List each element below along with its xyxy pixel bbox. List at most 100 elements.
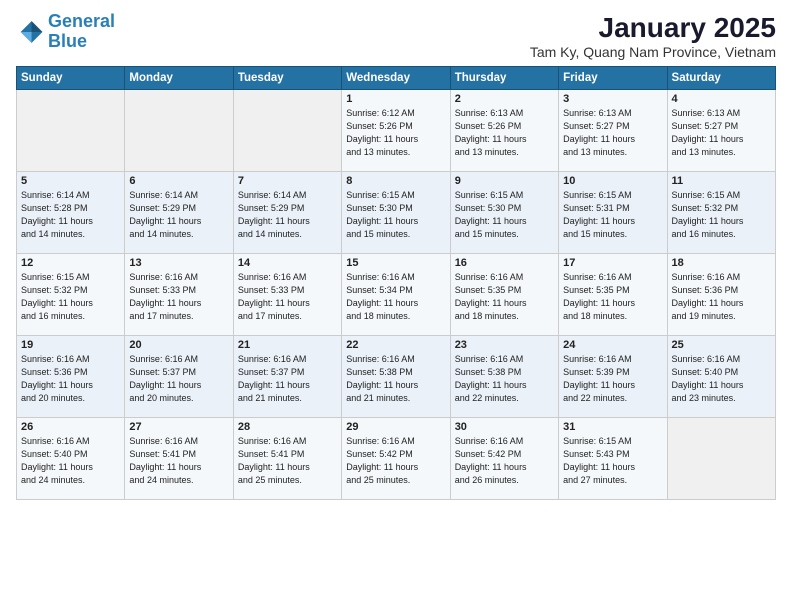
- header-row: Sunday Monday Tuesday Wednesday Thursday…: [17, 67, 776, 90]
- day-number: 12: [21, 257, 120, 269]
- day-number: 14: [238, 257, 337, 269]
- calendar-week-5: 26Sunrise: 6:16 AMSunset: 5:40 PMDayligh…: [17, 418, 776, 500]
- day-info: Sunrise: 6:13 AMSunset: 5:27 PMDaylight:…: [672, 107, 771, 159]
- calendar-cell: 10 Sunrise: 6:15 AMSunset: 5:31 PMDayligh…: [559, 172, 667, 254]
- calendar-cell: [17, 90, 125, 172]
- day-info: Sunrise: 6:16 AMSunset: 5:39 PMDaylight:…: [563, 353, 662, 405]
- calendar-table: Sunday Monday Tuesday Wednesday Thursday…: [16, 66, 776, 500]
- day-info: Sunrise: 6:16 AMSunset: 5:33 PMDaylight:…: [238, 271, 337, 323]
- day-number: 11: [672, 175, 771, 187]
- calendar-cell: [667, 418, 775, 500]
- logo-line2: Blue: [48, 31, 87, 51]
- day-number: 8: [346, 175, 445, 187]
- calendar-subtitle: Tam Ky, Quang Nam Province, Vietnam: [530, 44, 776, 60]
- day-info: Sunrise: 6:16 AMSunset: 5:37 PMDaylight:…: [238, 353, 337, 405]
- day-info: Sunrise: 6:15 AMSunset: 5:32 PMDaylight:…: [672, 189, 771, 241]
- col-monday: Monday: [125, 67, 233, 90]
- day-info: Sunrise: 6:16 AMSunset: 5:37 PMDaylight:…: [129, 353, 228, 405]
- calendar-cell: 9 Sunrise: 6:15 AMSunset: 5:30 PMDaylight…: [450, 172, 558, 254]
- day-number: 15: [346, 257, 445, 269]
- logo-text: General Blue: [48, 12, 115, 52]
- calendar-week-4: 19Sunrise: 6:16 AMSunset: 5:36 PMDayligh…: [17, 336, 776, 418]
- col-wednesday: Wednesday: [342, 67, 450, 90]
- day-info: Sunrise: 6:16 AMSunset: 5:42 PMDaylight:…: [455, 435, 554, 487]
- day-number: 9: [455, 175, 554, 187]
- calendar-cell: 19Sunrise: 6:16 AMSunset: 5:36 PMDayligh…: [17, 336, 125, 418]
- day-info: Sunrise: 6:13 AMSunset: 5:26 PMDaylight:…: [455, 107, 554, 159]
- calendar-cell: 29Sunrise: 6:16 AMSunset: 5:42 PMDayligh…: [342, 418, 450, 500]
- day-number: 24: [563, 339, 662, 351]
- calendar-cell: 15 Sunrise: 6:16 AMSunset: 5:34 PMDayligh…: [342, 254, 450, 336]
- calendar-title: January 2025: [530, 12, 776, 44]
- calendar-cell: 31 Sunrise: 6:15 AMSunset: 5:43 PMDayligh…: [559, 418, 667, 500]
- day-number: 21: [238, 339, 337, 351]
- calendar-cell: 8 Sunrise: 6:15 AMSunset: 5:30 PMDaylight…: [342, 172, 450, 254]
- day-info: Sunrise: 6:16 AMSunset: 5:36 PMDaylight:…: [672, 271, 771, 323]
- day-number: 27: [129, 421, 228, 433]
- calendar-week-2: 5Sunrise: 6:14 AMSunset: 5:28 PMDaylight…: [17, 172, 776, 254]
- day-number: 3: [563, 93, 662, 105]
- day-number: 10: [563, 175, 662, 187]
- logo-line1: General: [48, 11, 115, 31]
- day-number: 16: [455, 257, 554, 269]
- day-info: Sunrise: 6:16 AMSunset: 5:38 PMDaylight:…: [455, 353, 554, 405]
- day-number: 17: [563, 257, 662, 269]
- calendar-cell: 25 Sunrise: 6:16 AMSunset: 5:40 PMDayligh…: [667, 336, 775, 418]
- calendar-cell: [233, 90, 341, 172]
- calendar-header: Sunday Monday Tuesday Wednesday Thursday…: [17, 67, 776, 90]
- calendar-cell: 21 Sunrise: 6:16 AMSunset: 5:37 PMDayligh…: [233, 336, 341, 418]
- calendar-cell: 2Sunrise: 6:13 AMSunset: 5:26 PMDaylight…: [450, 90, 558, 172]
- calendar-cell: 7 Sunrise: 6:14 AMSunset: 5:29 PMDaylight…: [233, 172, 341, 254]
- day-info: Sunrise: 6:15 AMSunset: 5:31 PMDaylight:…: [563, 189, 662, 241]
- day-number: 7: [238, 175, 337, 187]
- day-info: Sunrise: 6:15 AMSunset: 5:30 PMDaylight:…: [455, 189, 554, 241]
- day-info: Sunrise: 6:16 AMSunset: 5:41 PMDaylight:…: [238, 435, 337, 487]
- col-tuesday: Tuesday: [233, 67, 341, 90]
- calendar-cell: 24 Sunrise: 6:16 AMSunset: 5:39 PMDayligh…: [559, 336, 667, 418]
- calendar-cell: 14 Sunrise: 6:16 AMSunset: 5:33 PMDayligh…: [233, 254, 341, 336]
- calendar-cell: 18 Sunrise: 6:16 AMSunset: 5:36 PMDayligh…: [667, 254, 775, 336]
- day-number: 6: [129, 175, 228, 187]
- day-info: Sunrise: 6:16 AMSunset: 5:34 PMDaylight:…: [346, 271, 445, 323]
- calendar-cell: 6 Sunrise: 6:14 AMSunset: 5:29 PMDaylight…: [125, 172, 233, 254]
- calendar-cell: 17 Sunrise: 6:16 AMSunset: 5:35 PMDayligh…: [559, 254, 667, 336]
- logo: General Blue: [16, 12, 115, 52]
- day-info: Sunrise: 6:16 AMSunset: 5:35 PMDaylight:…: [563, 271, 662, 323]
- day-number: 22: [346, 339, 445, 351]
- day-number: 4: [672, 93, 771, 105]
- day-info: Sunrise: 6:16 AMSunset: 5:41 PMDaylight:…: [129, 435, 228, 487]
- day-number: 25: [672, 339, 771, 351]
- calendar-cell: [125, 90, 233, 172]
- calendar-cell: 4 Sunrise: 6:13 AMSunset: 5:27 PMDaylight…: [667, 90, 775, 172]
- calendar-cell: 26Sunrise: 6:16 AMSunset: 5:40 PMDayligh…: [17, 418, 125, 500]
- header: General Blue January 2025 Tam Ky, Quang …: [16, 12, 776, 60]
- day-number: 18: [672, 257, 771, 269]
- day-number: 23: [455, 339, 554, 351]
- day-number: 1: [346, 93, 445, 105]
- day-number: 19: [21, 339, 120, 351]
- calendar-cell: 22 Sunrise: 6:16 AMSunset: 5:38 PMDayligh…: [342, 336, 450, 418]
- day-info: Sunrise: 6:16 AMSunset: 5:38 PMDaylight:…: [346, 353, 445, 405]
- day-number: 5: [21, 175, 120, 187]
- day-info: Sunrise: 6:14 AMSunset: 5:29 PMDaylight:…: [129, 189, 228, 241]
- day-info: Sunrise: 6:15 AMSunset: 5:43 PMDaylight:…: [563, 435, 662, 487]
- col-sunday: Sunday: [17, 67, 125, 90]
- calendar-cell: 5Sunrise: 6:14 AMSunset: 5:28 PMDaylight…: [17, 172, 125, 254]
- day-number: 28: [238, 421, 337, 433]
- day-info: Sunrise: 6:12 AMSunset: 5:26 PMDaylight:…: [346, 107, 445, 159]
- day-info: Sunrise: 6:16 AMSunset: 5:40 PMDaylight:…: [672, 353, 771, 405]
- col-thursday: Thursday: [450, 67, 558, 90]
- day-info: Sunrise: 6:16 AMSunset: 5:33 PMDaylight:…: [129, 271, 228, 323]
- calendar-cell: 23 Sunrise: 6:16 AMSunset: 5:38 PMDayligh…: [450, 336, 558, 418]
- day-info: Sunrise: 6:13 AMSunset: 5:27 PMDaylight:…: [563, 107, 662, 159]
- title-block: January 2025 Tam Ky, Quang Nam Province,…: [530, 12, 776, 60]
- day-info: Sunrise: 6:15 AMSunset: 5:30 PMDaylight:…: [346, 189, 445, 241]
- calendar-cell: 20Sunrise: 6:16 AMSunset: 5:37 PMDayligh…: [125, 336, 233, 418]
- calendar-cell: 3 Sunrise: 6:13 AMSunset: 5:27 PMDaylight…: [559, 90, 667, 172]
- day-number: 13: [129, 257, 228, 269]
- calendar-cell: 12 Sunrise: 6:15 AMSunset: 5:32 PMDayligh…: [17, 254, 125, 336]
- day-info: Sunrise: 6:15 AMSunset: 5:32 PMDaylight:…: [21, 271, 120, 323]
- col-saturday: Saturday: [667, 67, 775, 90]
- day-number: 31: [563, 421, 662, 433]
- day-info: Sunrise: 6:14 AMSunset: 5:29 PMDaylight:…: [238, 189, 337, 241]
